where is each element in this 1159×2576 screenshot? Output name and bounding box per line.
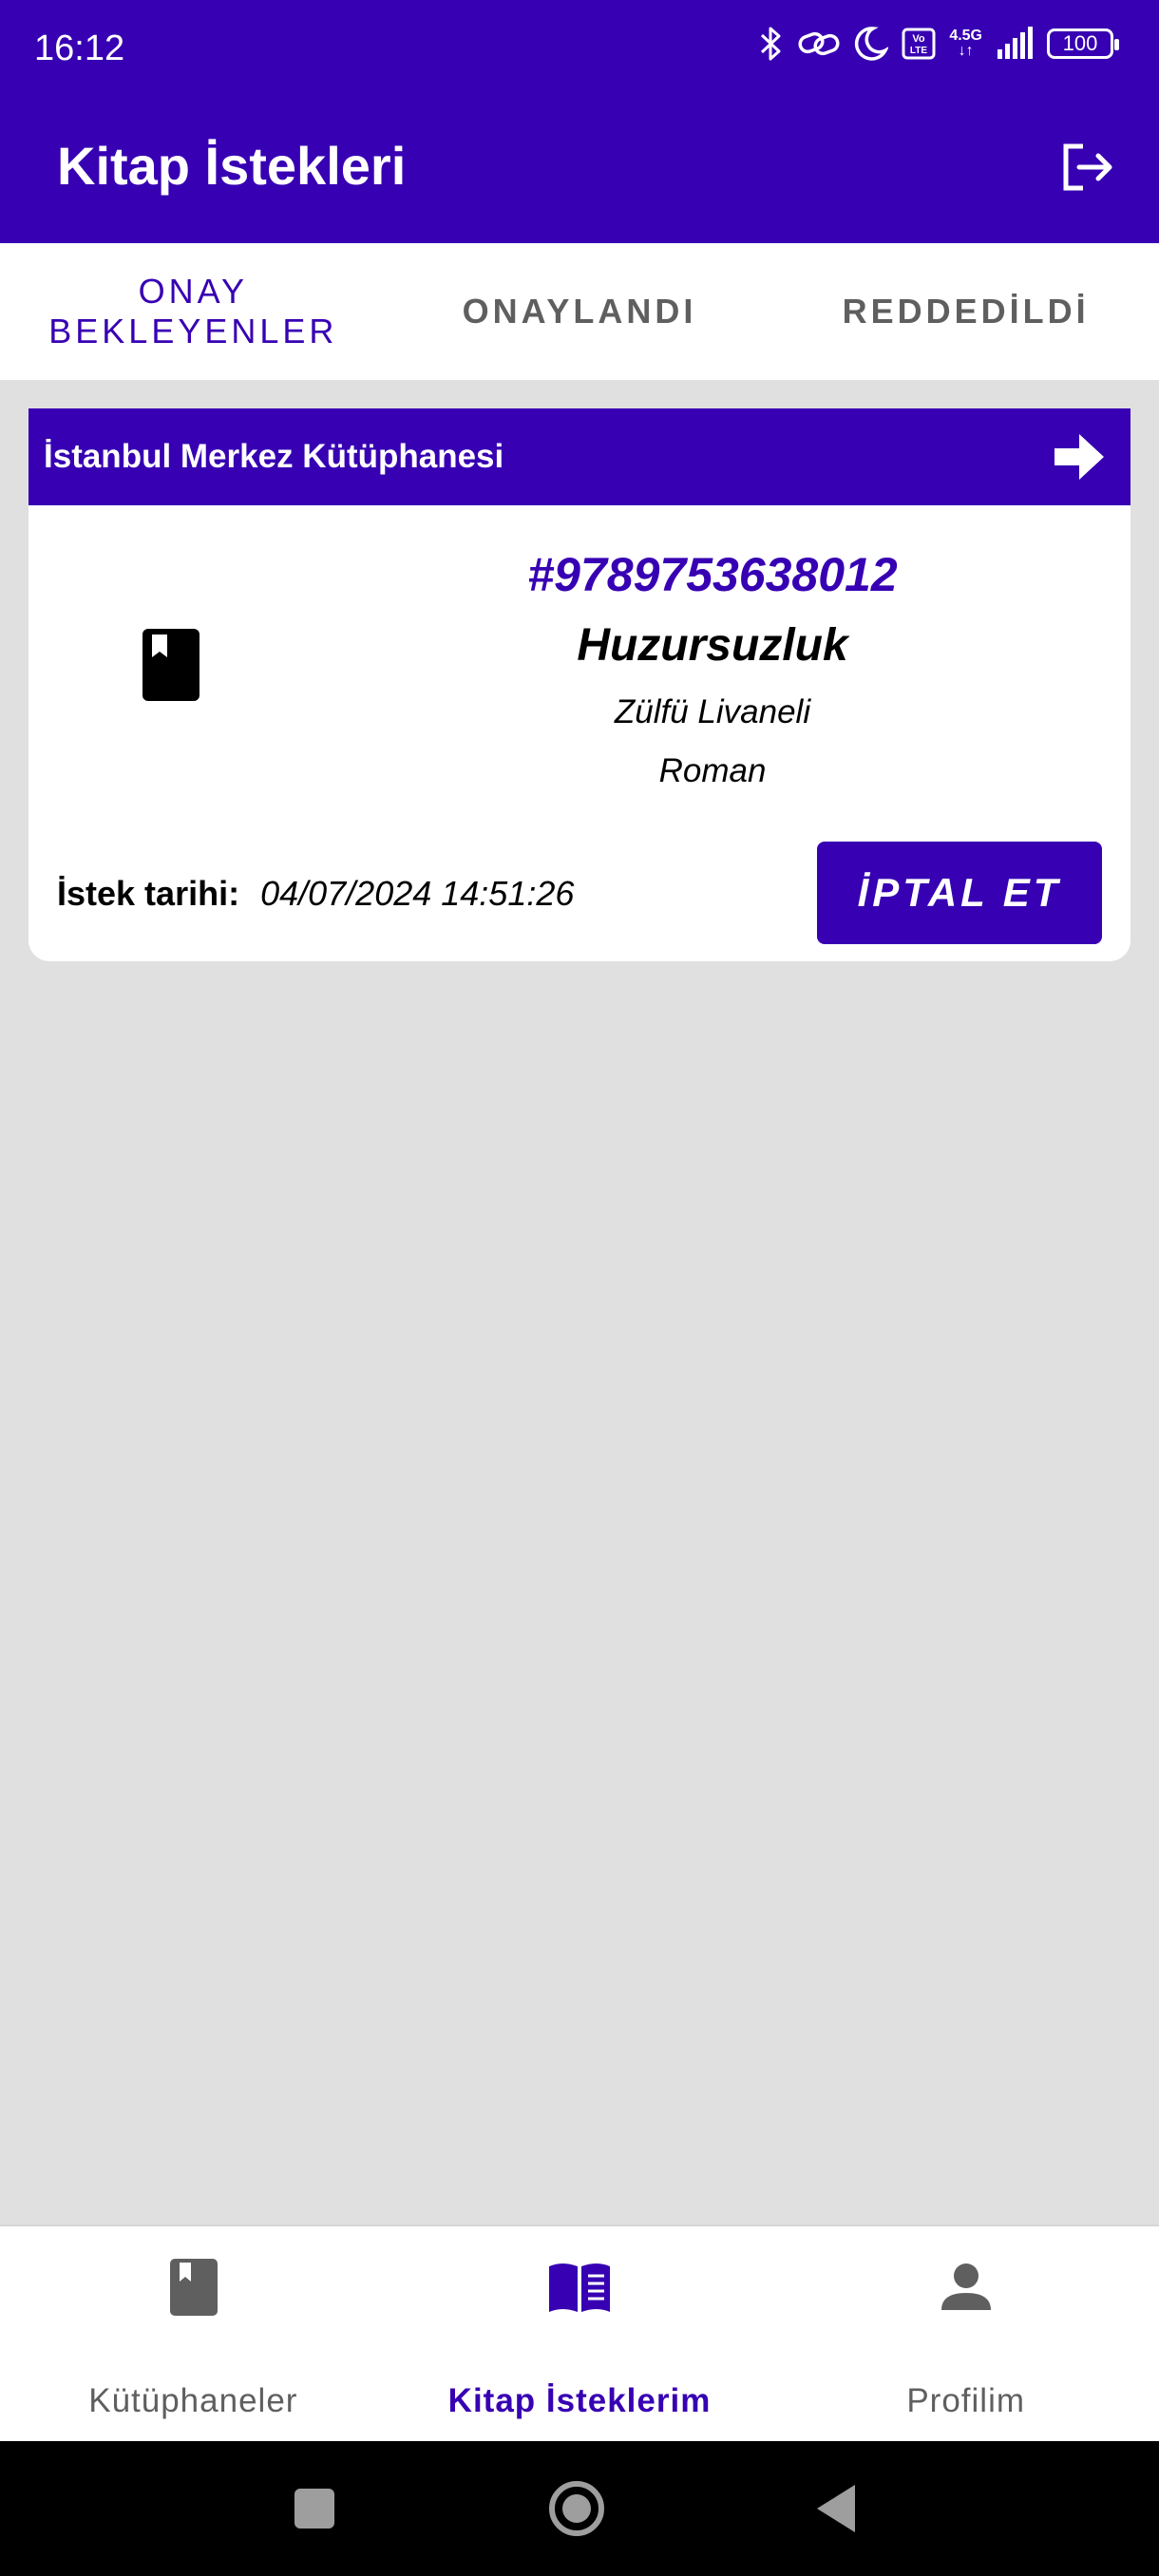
battery-icon: 100 bbox=[1047, 28, 1119, 59]
signal-icon bbox=[996, 27, 1034, 61]
book-genre: Roman bbox=[658, 752, 767, 789]
moon-icon bbox=[854, 26, 889, 62]
logout-icon[interactable] bbox=[1056, 137, 1117, 198]
request-card: İstanbul Merkez Kütüphanesi #97897536380… bbox=[28, 408, 1130, 961]
cancel-button[interactable]: İPTAL ET bbox=[817, 842, 1102, 944]
status-time: 16:12 bbox=[34, 28, 125, 68]
card-header[interactable]: İstanbul Merkez Kütüphanesi bbox=[28, 408, 1130, 505]
volte-icon: Vo LTE bbox=[902, 28, 936, 60]
book-icon bbox=[131, 625, 211, 705]
bluetooth-icon bbox=[759, 25, 784, 63]
tab-label: ONAYLANDI bbox=[462, 292, 697, 331]
tab-approved[interactable]: ONAYLANDI bbox=[387, 243, 773, 380]
system-nav-bar bbox=[0, 2441, 1159, 2576]
nav-label: Kütüphaneler bbox=[88, 2382, 298, 2419]
nav-label: Kitap İsteklerim bbox=[447, 2382, 712, 2419]
nav-label: Profilim bbox=[906, 2382, 1026, 2419]
tab-pending[interactable]: ONAY BEKLEYENLER bbox=[0, 243, 387, 380]
book-icon bbox=[159, 2253, 227, 2321]
page-title: Kitap İstekleri bbox=[57, 136, 407, 196]
svg-text:Vo: Vo bbox=[913, 33, 926, 45]
open-book-icon bbox=[545, 2253, 614, 2321]
book-title: Huzursuzluk bbox=[577, 620, 848, 671]
book-author: Zülfü Livaneli bbox=[614, 693, 811, 730]
tab-label: ONAY BEKLEYENLER bbox=[48, 272, 338, 350]
tab-label: REDDEDİLDİ bbox=[842, 292, 1090, 331]
tab-bar: ONAY BEKLEYENLER ONAYLANDI REDDEDİLDİ bbox=[0, 243, 1159, 380]
app-bar: Kitap İstekleri bbox=[0, 99, 1159, 243]
person-icon bbox=[932, 2253, 1000, 2321]
bottom-nav: Kütüphaneler Kitap İsteklerim Profilim bbox=[0, 2225, 1159, 2441]
request-date-label: İstek tarihi: bbox=[57, 874, 240, 913]
nav-book-requests[interactable]: Kitap İsteklerim bbox=[387, 2226, 773, 2441]
home-icon[interactable] bbox=[543, 2475, 610, 2542]
library-name: İstanbul Merkez Kütüphanesi bbox=[44, 438, 504, 475]
nav-profile[interactable]: Profilim bbox=[772, 2226, 1159, 2441]
tab-rejected[interactable]: REDDEDİLDİ bbox=[772, 243, 1159, 380]
book-isbn: #9789753638012 bbox=[527, 548, 898, 601]
status-icons: Vo LTE 4.5G ↓↑ 100 bbox=[759, 25, 1119, 63]
svg-text:LTE: LTE bbox=[910, 46, 927, 56]
request-date: İstek tarihi: 04/07/2024 14:51:26 bbox=[57, 874, 574, 914]
link-icon bbox=[797, 27, 841, 61]
nav-libraries[interactable]: Kütüphaneler bbox=[0, 2226, 387, 2441]
arrow-right-icon[interactable] bbox=[1051, 428, 1108, 485]
status-bar: 16:12 Vo LTE 4.5G ↓↑ 100 bbox=[0, 0, 1159, 99]
request-date-value: 04/07/2024 14:51:26 bbox=[260, 874, 575, 913]
recents-icon[interactable] bbox=[281, 2475, 348, 2542]
back-icon[interactable] bbox=[804, 2475, 870, 2542]
network-type: 4.5G ↓↑ bbox=[949, 28, 982, 59]
